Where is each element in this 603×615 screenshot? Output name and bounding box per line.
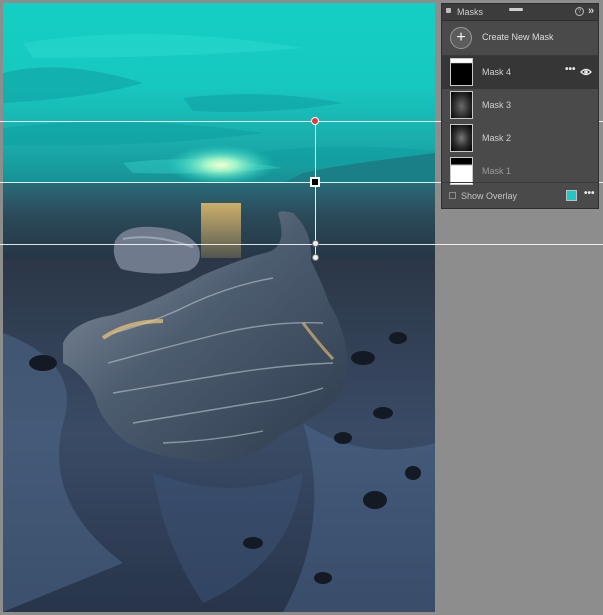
mask-item-3[interactable]: Mask 3 bbox=[442, 89, 598, 122]
show-overlay-row: Show Overlay ••• bbox=[442, 182, 598, 209]
plus-icon[interactable]: + bbox=[450, 27, 472, 49]
mask-thumbnail bbox=[450, 157, 473, 185]
mask-item-4[interactable]: Mask 4 ••• bbox=[442, 56, 598, 89]
gradient-guide-bottom[interactable] bbox=[0, 244, 603, 245]
overlay-color-swatch[interactable] bbox=[566, 190, 577, 201]
mask-name: Mask 2 bbox=[482, 133, 512, 143]
mask-name: Mask 4 bbox=[482, 67, 512, 77]
gradient-axis-line bbox=[315, 121, 316, 257]
show-overlay-checkbox[interactable] bbox=[449, 192, 456, 199]
mask-name: Mask 3 bbox=[482, 100, 512, 110]
create-new-mask-label: Create New Mask bbox=[482, 32, 554, 42]
masks-panel: Masks ? » + Create New Mask Mask 4 ••• M… bbox=[441, 3, 599, 209]
more-icon[interactable]: ••• bbox=[584, 188, 595, 199]
rotation-handle[interactable] bbox=[311, 117, 319, 125]
photo bbox=[3, 3, 435, 612]
gradient-center-pin[interactable] bbox=[310, 177, 320, 187]
feather-handle-upper[interactable] bbox=[312, 240, 319, 247]
mask-thumbnail bbox=[450, 91, 473, 119]
masks-panel-header[interactable]: Masks ? » bbox=[442, 4, 598, 21]
more-icon[interactable]: ••• bbox=[565, 64, 576, 75]
mask-thumbnail bbox=[450, 58, 473, 86]
photo-canvas[interactable] bbox=[3, 3, 435, 612]
mask-name: Mask 1 bbox=[482, 166, 512, 176]
mask-item-2[interactable]: Mask 2 bbox=[442, 122, 598, 155]
feather-handle-lower[interactable] bbox=[312, 254, 319, 261]
panel-title: Masks bbox=[457, 7, 484, 17]
collapse-icon[interactable]: » bbox=[588, 5, 594, 17]
drag-handle-icon[interactable] bbox=[509, 8, 523, 11]
show-overlay-label: Show Overlay bbox=[461, 191, 518, 201]
grip-icon bbox=[446, 8, 451, 13]
create-new-mask-button[interactable]: + Create New Mask bbox=[442, 21, 598, 56]
mask-thumbnail bbox=[450, 124, 473, 152]
help-icon[interactable]: ? bbox=[575, 7, 584, 16]
eye-icon[interactable] bbox=[580, 66, 592, 78]
